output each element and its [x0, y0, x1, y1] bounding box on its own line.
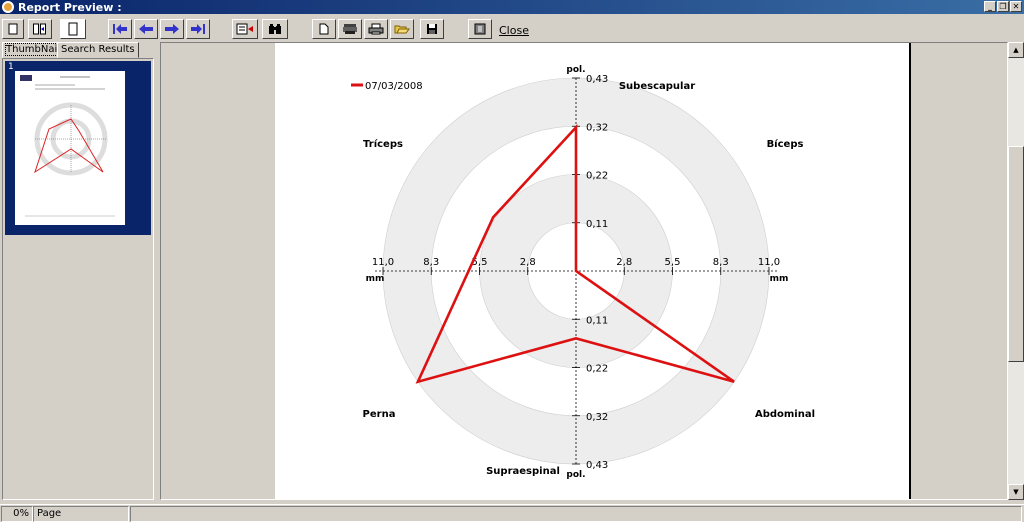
thumbnail-chart: [20, 75, 115, 217]
one-page-icon: [8, 23, 18, 35]
first-page-button[interactable]: [108, 19, 132, 39]
thumbnail-page-number: 1: [8, 62, 14, 72]
axis-label: Supraespinal: [486, 466, 560, 477]
v-tick-label: 0,43: [586, 74, 608, 85]
unit-left: mm: [366, 274, 385, 284]
save-icon: [427, 24, 437, 34]
h-tick-label: 11,0: [758, 257, 780, 268]
close-window-button[interactable]: ✕: [1010, 1, 1022, 12]
thumbnail-page-image: [15, 71, 125, 225]
v-tick-label: 0,32: [586, 412, 608, 423]
two-pages-icon: [33, 23, 46, 35]
v-tick-label: 0,22: [586, 364, 608, 375]
axis-label: Abdominal: [755, 409, 815, 420]
axis-label: Perna: [363, 409, 396, 420]
open-button[interactable]: [390, 19, 414, 39]
previous-page-button[interactable]: [134, 19, 158, 39]
page-width-button[interactable]: [60, 19, 86, 39]
save-button[interactable]: [420, 19, 444, 39]
axis-label: Bíceps: [767, 138, 804, 150]
tab-search-results-label: Search Results: [61, 44, 135, 55]
first-page-icon: [113, 24, 127, 34]
print-button[interactable]: [364, 19, 388, 39]
axis-label: Tríceps: [363, 138, 403, 150]
vertical-scrollbar[interactable]: ▲ ▼: [1008, 42, 1024, 500]
search-button[interactable]: [262, 19, 288, 39]
h-tick-label: 8,3: [713, 257, 729, 268]
go-to-page-icon: [236, 23, 253, 35]
window-controls: _ ❐ ✕: [984, 1, 1022, 12]
printer-setup-button[interactable]: [338, 19, 362, 39]
status-page: Page: [33, 506, 129, 522]
new-page-icon: [319, 23, 329, 35]
thumbnail-item[interactable]: 1: [5, 61, 151, 235]
minimize-button[interactable]: _: [984, 1, 996, 12]
previous-page-icon: [139, 24, 153, 34]
restore-button[interactable]: ❐: [997, 1, 1009, 12]
v-tick-label: 0,11: [586, 219, 608, 230]
app-icon: [2, 1, 14, 13]
v-tick-label: 0,43: [586, 460, 608, 471]
scroll-down-button[interactable]: ▼: [1008, 484, 1024, 500]
report-page: 11,0 8,3 5,5 2,8 2,8 5,5 8,3 11,0 0,43 0,32 0,22 0,…: [275, 43, 911, 499]
last-page-icon: [191, 24, 205, 34]
h-tick-label: 2,8: [520, 257, 536, 268]
thumbnail-list[interactable]: 1: [2, 58, 154, 500]
new-page-button[interactable]: [312, 19, 336, 39]
tab-search-results[interactable]: Search Results: [57, 42, 139, 58]
open-icon: [394, 25, 410, 34]
unit-top: pol.: [566, 65, 585, 75]
printer-setup-icon: [343, 24, 357, 34]
status-progress: 0%: [1, 506, 33, 522]
two-pages-button[interactable]: [28, 19, 52, 39]
radar-chart: 11,0 8,3 5,5 2,8 2,8 5,5 8,3 11,00,430,320,220,…: [351, 65, 815, 480]
unit-right: mm: [770, 274, 789, 284]
page-width-icon: [68, 22, 78, 36]
status-bar: 0% Page: [0, 504, 1024, 522]
h-tick-label: 5,5: [665, 257, 681, 268]
exit-icon: [474, 23, 486, 35]
legend-label: 07/03/2008: [365, 81, 423, 92]
close-link[interactable]: Close: [499, 24, 529, 37]
scroll-up-button[interactable]: ▲: [1008, 42, 1024, 58]
h-tick-label: 2,8: [616, 257, 632, 268]
exit-button[interactable]: [468, 19, 492, 39]
axis-label: Subescapular: [619, 81, 695, 92]
go-to-page-button[interactable]: [232, 19, 258, 39]
print-icon: [368, 23, 384, 35]
v-tick-label: 0,11: [586, 315, 608, 326]
last-page-button[interactable]: [186, 19, 210, 39]
status-blank: [130, 506, 1022, 522]
one-page-button[interactable]: [2, 19, 24, 39]
left-panel: ThumbNails Search Results 1: [0, 42, 156, 502]
next-page-icon: [165, 24, 179, 34]
next-page-button[interactable]: [160, 19, 184, 39]
v-tick-label: 0,32: [586, 122, 608, 133]
toolbar: Close: [0, 14, 1024, 42]
window-title: Report Preview :: [18, 0, 122, 14]
h-tick-label: 11,0: [372, 257, 394, 268]
v-tick-label: 0,22: [586, 171, 608, 182]
search-icon: [269, 24, 281, 34]
h-tick-label: 8,3: [423, 257, 439, 268]
unit-bottom: pol.: [566, 470, 585, 480]
preview-area[interactable]: 11,0 8,3 5,5 2,8 2,8 5,5 8,3 11,0 0,43 0,32 0,22 0,…: [160, 42, 1008, 500]
scroll-thumb[interactable]: [1008, 146, 1024, 362]
title-bar: Report Preview : _ ❐ ✕: [0, 0, 1024, 14]
